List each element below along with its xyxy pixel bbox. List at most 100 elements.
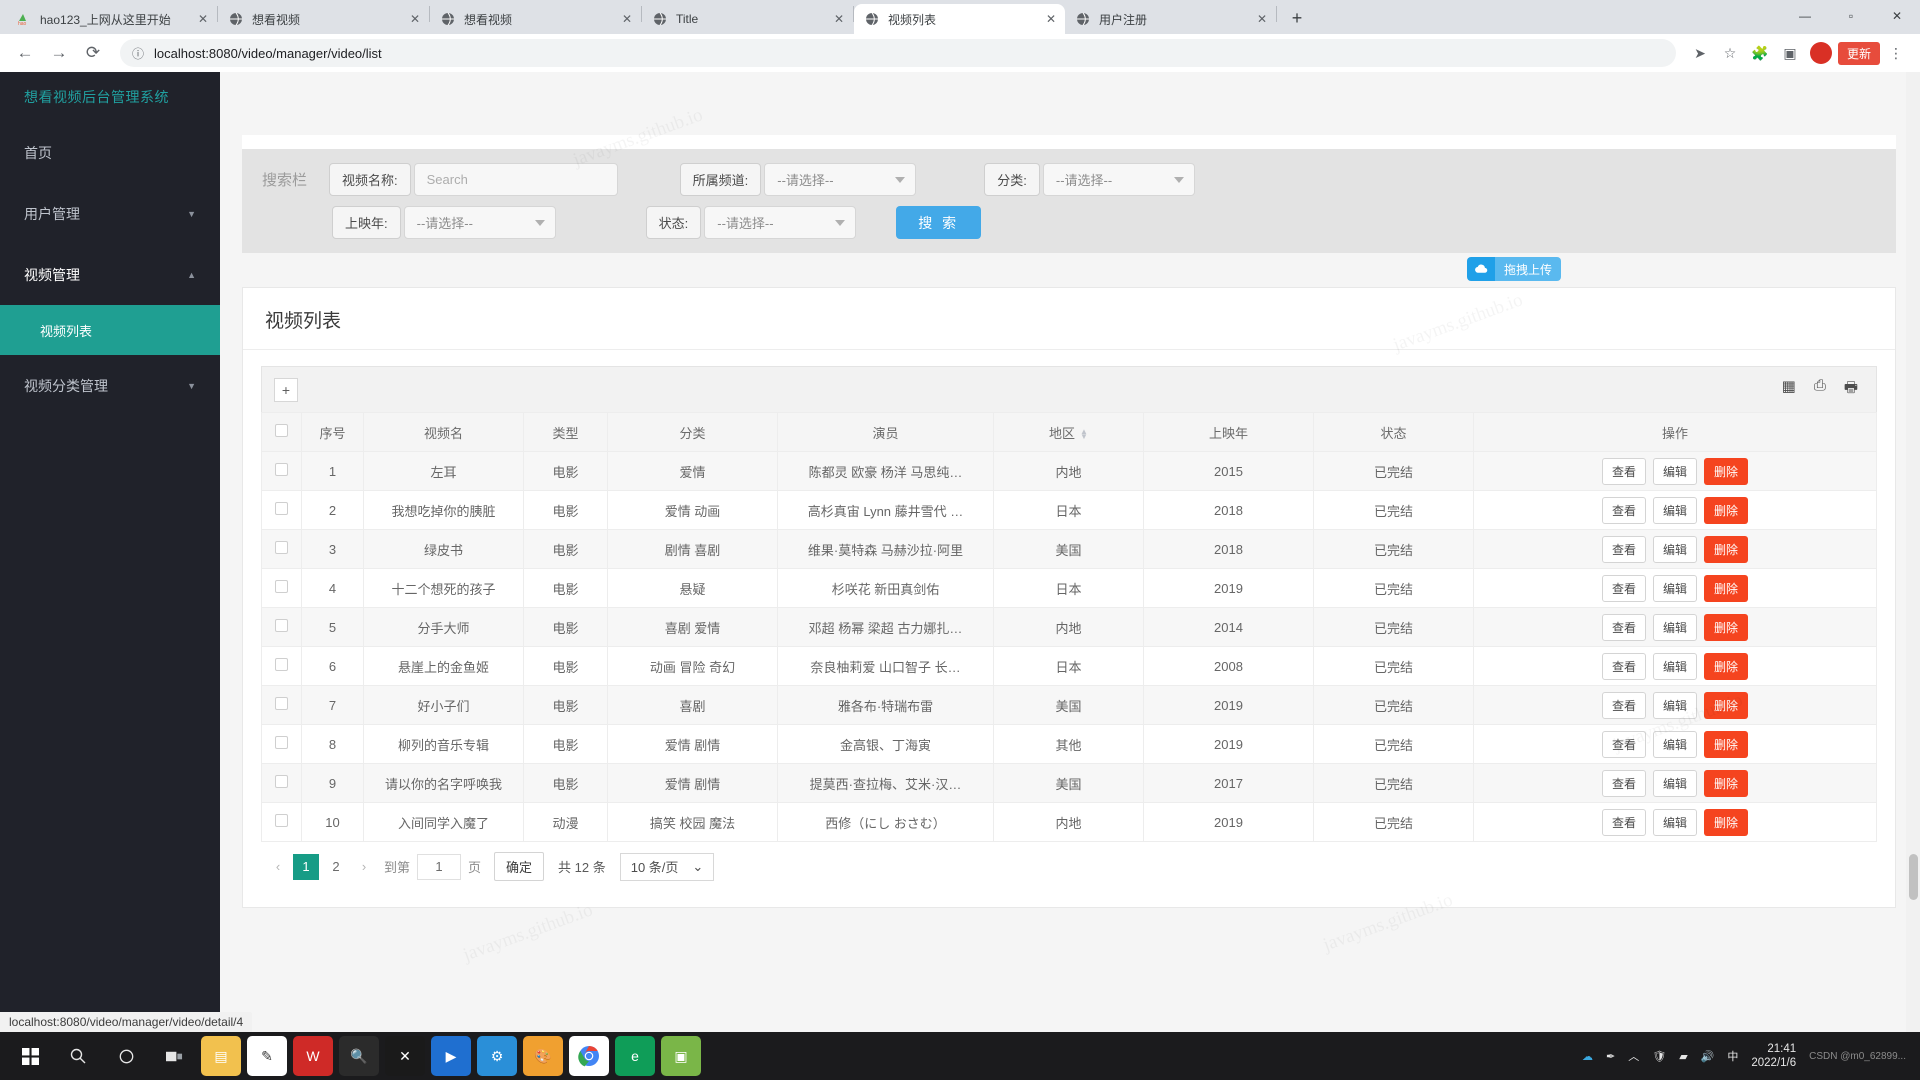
delete-button[interactable]: 删除 — [1704, 613, 1749, 641]
star-icon[interactable]: ☆ — [1716, 39, 1744, 67]
share-icon[interactable]: ➤ — [1686, 39, 1714, 67]
delete-button[interactable]: 删除 — [1704, 652, 1749, 680]
shield-icon[interactable]: 🛡 — [1652, 1050, 1666, 1063]
wps-icon[interactable]: W — [293, 1036, 333, 1076]
row-checkbox-cell[interactable] — [261, 607, 302, 647]
view-button[interactable]: 查看 — [1601, 769, 1646, 797]
col-region[interactable]: 地区 ▲ ▼ — [993, 412, 1144, 452]
forward-icon[interactable]: → — [44, 38, 74, 68]
notes-icon[interactable]: ✎ — [247, 1036, 287, 1076]
row-checkbox[interactable] — [275, 619, 288, 632]
row-checkbox-cell[interactable] — [261, 685, 302, 725]
search-icon[interactable] — [54, 1032, 102, 1080]
row-checkbox-cell[interactable] — [261, 724, 302, 764]
close-window-button[interactable]: ✕ — [1874, 0, 1920, 32]
minimize-button[interactable]: — — [1782, 0, 1828, 32]
network-icon[interactable]: ▰ — [1679, 1050, 1687, 1063]
sidebar-item-video-list[interactable]: 视频列表 — [0, 305, 220, 355]
paint-icon[interactable]: 🎨 — [523, 1036, 563, 1076]
browser-menu-icon[interactable]: ⋮ — [1882, 39, 1910, 67]
delete-button[interactable]: 删除 — [1704, 496, 1749, 524]
update-button[interactable]: 更新 — [1837, 41, 1880, 65]
edit-button[interactable]: 编辑 — [1652, 769, 1697, 797]
row-checkbox[interactable] — [275, 736, 288, 749]
row-checkbox[interactable] — [275, 502, 288, 515]
edit-button[interactable]: 编辑 — [1652, 691, 1697, 719]
delete-button[interactable]: 删除 — [1704, 457, 1749, 485]
row-checkbox-cell[interactable] — [261, 451, 302, 491]
view-button[interactable]: 查看 — [1601, 652, 1646, 680]
delete-button[interactable]: 删除 — [1704, 808, 1749, 836]
row-checkbox[interactable] — [275, 814, 288, 827]
browser-tab[interactable]: Title ✕ — [642, 4, 853, 34]
extensions-icon[interactable]: 🧩 — [1746, 39, 1774, 67]
edit-button[interactable]: 编辑 — [1652, 613, 1697, 641]
channel-select[interactable]: --请选择-- — [764, 163, 917, 196]
release-year-select[interactable]: --请选择-- — [403, 206, 556, 239]
settings-icon[interactable]: ⚙ — [477, 1036, 517, 1076]
view-button[interactable]: 查看 — [1601, 730, 1646, 758]
print-icon[interactable]: 🖶 — [1844, 377, 1858, 402]
prev-page-button[interactable]: ‹ — [265, 854, 291, 880]
media-icon[interactable]: ▣ — [1776, 39, 1804, 67]
table-row[interactable]: 6 悬崖上的金鱼姬 电影 动画 冒险 奇幻 奈良柚莉爱 山口智子 长… 日本 2008 已完结… — [261, 646, 1877, 686]
back-icon[interactable]: ← — [10, 38, 40, 68]
delete-button[interactable]: 删除 — [1704, 574, 1749, 602]
taskbar-clock[interactable]: 21:41 2022/1/6 — [1751, 1042, 1796, 1071]
edit-button[interactable]: 编辑 — [1652, 496, 1697, 524]
cloud-icon[interactable]: ☁ — [1582, 1050, 1593, 1063]
chrome-icon[interactable] — [569, 1036, 609, 1076]
table-row[interactable]: 3 绿皮书 电影 剧情 喜剧 维果·莫特森 马赫沙拉·阿里 美国 2018 已完结 查看 编辑 删除 — [261, 529, 1877, 569]
row-checkbox-cell[interactable] — [261, 646, 302, 686]
video-icon[interactable]: ▶ — [431, 1036, 471, 1076]
export-icon[interactable]: ⎙ — [1814, 377, 1826, 402]
table-row[interactable]: 1 左耳 电影 爱情 陈都灵 欧豪 杨洋 马思纯… 内地 2015 已完结 查看 编辑 删除 — [261, 451, 1877, 491]
next-page-button[interactable]: › — [351, 854, 377, 880]
tab-close-icon[interactable]: ✕ — [195, 11, 211, 27]
view-button[interactable]: 查看 — [1601, 457, 1646, 485]
scrollbar-thumb[interactable] — [1909, 854, 1918, 900]
confirm-page-button[interactable]: 确定 — [494, 852, 545, 881]
row-checkbox[interactable] — [275, 658, 288, 671]
vertical-scrollbar[interactable] — [1906, 72, 1920, 1034]
table-row[interactable]: 10 入间同学入魔了 动漫 搞笑 校园 魔法 西修（にし おさむ） 内地 2019 已完结 查看… — [261, 802, 1877, 842]
browser-tab[interactable]: 想看视频 ✕ — [218, 4, 429, 34]
profile-avatar[interactable] — [1809, 42, 1832, 64]
row-checkbox-cell[interactable] — [261, 490, 302, 530]
table-row[interactable]: 9 请以你的名字呼唤我 电影 爱情 剧情 提莫西·查拉梅、艾米·汉… 美国 2017 已完结查… — [261, 763, 1877, 803]
tab-close-icon[interactable]: ✕ — [407, 11, 423, 27]
maximize-button[interactable]: ▫ — [1828, 0, 1874, 32]
sidebar-item-user-management[interactable]: 用户管理 ▼ — [0, 183, 220, 244]
edit-button[interactable]: 编辑 — [1652, 652, 1697, 680]
drag-upload-button[interactable]: 拖拽上传 — [1466, 257, 1561, 281]
edit-button[interactable]: 编辑 — [1652, 808, 1697, 836]
volume-icon[interactable]: 🔊 — [1701, 1050, 1715, 1063]
circle-icon[interactable] — [102, 1032, 150, 1080]
view-button[interactable]: 查看 — [1601, 496, 1646, 524]
row-checkbox-cell[interactable] — [261, 529, 302, 569]
row-checkbox[interactable] — [275, 463, 288, 476]
browser-tab[interactable]: 用户注册 ✕ — [1065, 4, 1276, 34]
edit-button[interactable]: 编辑 — [1652, 574, 1697, 602]
tab-close-icon[interactable]: ✕ — [619, 11, 635, 27]
reload-icon[interactable]: ⟳ — [78, 38, 108, 68]
search-app-icon[interactable]: 🔍 — [339, 1036, 379, 1076]
sidebar-item-video-category-management[interactable]: 视频分类管理 ▼ — [0, 355, 220, 416]
category-select[interactable]: --请选择-- — [1042, 163, 1195, 196]
tab-close-icon[interactable]: ✕ — [1043, 11, 1059, 27]
windows-icon[interactable] — [6, 1032, 54, 1080]
ime-icon[interactable]: 中 — [1727, 1048, 1738, 1064]
address-bar[interactable]: ⓘ localhost:8080/video/manager/video/lis… — [120, 39, 1676, 67]
edit-button[interactable]: 编辑 — [1652, 730, 1697, 758]
chevron-up-icon[interactable]: ︿ — [1628, 1048, 1639, 1064]
status-select[interactable]: --请选择-- — [704, 206, 857, 239]
folder-icon[interactable]: ▤ — [201, 1036, 241, 1076]
row-checkbox[interactable] — [275, 580, 288, 593]
page-button-2[interactable]: 2 — [323, 854, 349, 880]
row-checkbox[interactable] — [275, 775, 288, 788]
page-size-select[interactable]: 10 条/页 ⌄ — [619, 852, 715, 881]
pen-icon[interactable]: ✒ — [1606, 1050, 1615, 1063]
edge-icon[interactable]: e — [615, 1036, 655, 1076]
delete-button[interactable]: 删除 — [1704, 769, 1749, 797]
goto-page-input[interactable]: 1 — [417, 853, 462, 880]
